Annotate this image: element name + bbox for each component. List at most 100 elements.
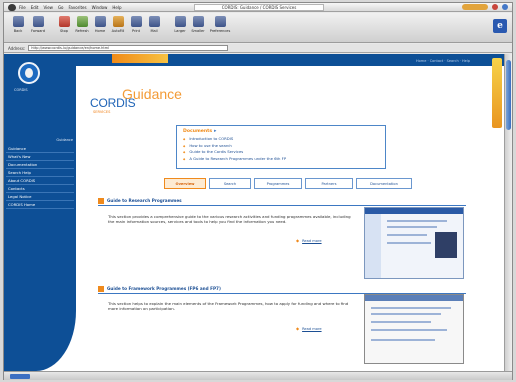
apple-menu-icon[interactable] — [8, 3, 16, 11]
tab-programmes[interactable]: Programmes — [254, 178, 302, 189]
forward-button[interactable]: Forward — [30, 16, 46, 38]
thumbnail-line — [387, 242, 431, 244]
record-icon[interactable] — [492, 4, 498, 10]
home-icon — [94, 16, 106, 27]
browser-window: File Edit View Go Favorites Window Help … — [3, 2, 513, 380]
preferences-icon — [214, 16, 226, 27]
section-body: This section helps to explain the main e… — [108, 301, 349, 312]
autofill-button[interactable]: AutoFill — [110, 16, 126, 38]
header-accent — [112, 54, 168, 63]
stop-label: Stop — [60, 29, 68, 33]
section-heading: Guide to Framework Programmes (FP6 and F… — [98, 286, 466, 294]
status-bar — [4, 371, 512, 380]
cordis-logo-icon[interactable] — [18, 62, 40, 84]
scrollbar-thumb[interactable] — [506, 60, 511, 130]
logo-caption: CORDIS — [14, 88, 28, 92]
thumbnail-header — [365, 295, 463, 301]
refresh-label: Refresh — [75, 29, 89, 33]
forward-arrow-icon — [32, 16, 44, 27]
section-arrow-icon — [98, 198, 104, 204]
menu-bar: File Edit View Go Favorites Window Help … — [4, 3, 512, 12]
browser-logo-icon: e — [493, 19, 507, 33]
right-accent-bar — [492, 58, 502, 128]
nav-heading: Guidance — [56, 138, 73, 142]
tab-search[interactable]: Search — [209, 178, 251, 189]
brand-subtitle: SERVICES — [93, 110, 111, 114]
thumbnail-line — [371, 313, 441, 315]
tab-partners[interactable]: Partners — [305, 178, 353, 189]
status-indicator-icon — [10, 374, 30, 379]
tab-documentation[interactable]: Documentation — [356, 178, 412, 189]
section-screenshot-thumbnail[interactable] — [364, 207, 464, 279]
mail-button[interactable]: Mail — [146, 16, 162, 38]
vertical-scrollbar[interactable] — [504, 54, 512, 371]
top-links[interactable]: Home · Contact · Search · Help — [416, 59, 470, 63]
larger-button[interactable]: Larger — [172, 16, 188, 38]
section-arrow-icon — [98, 286, 104, 292]
brand-logo[interactable]: CORDIS — [90, 96, 136, 110]
thumbnail-line — [371, 329, 447, 331]
preferences-button[interactable]: Preferences — [209, 16, 231, 38]
smaller-label: Smaller — [191, 29, 205, 33]
browser-toolbar: Back Forward Stop Refresh Home AutoFill … — [4, 13, 512, 43]
preferences-label: Preferences — [209, 29, 231, 33]
autofill-label: AutoFill — [111, 29, 125, 33]
autofill-icon — [112, 16, 124, 27]
menu-favorites[interactable]: Favorites — [69, 5, 87, 10]
back-button[interactable]: Back — [10, 16, 26, 38]
sidebar-nav: Guidance What's New Documentation Search… — [6, 145, 74, 209]
mail-icon — [148, 16, 160, 27]
text-smaller-icon — [192, 16, 204, 27]
thumbnail-line — [371, 307, 451, 309]
smaller-button[interactable]: Smaller — [190, 16, 206, 38]
sidebar-item-documentation[interactable]: Documentation — [6, 161, 74, 169]
sidebar-item-about[interactable]: About CORDIS — [6, 177, 74, 185]
section-heading: Guide to Research Programmes — [98, 198, 466, 206]
section-tabs: Overview Search Programmes Partners Docu… — [164, 178, 412, 189]
sidebar-item-guidance[interactable]: Guidance — [6, 145, 74, 153]
thumbnail-line — [371, 321, 431, 323]
sidebar-item-legal[interactable]: Legal Notice — [6, 193, 74, 201]
read-more-link[interactable]: Read more — [296, 326, 321, 331]
menu-window[interactable]: Window — [92, 5, 108, 10]
documents-title: Documents — [183, 129, 379, 134]
refresh-icon — [76, 16, 88, 27]
section-body: This section provides a comprehensive gu… — [108, 214, 351, 225]
status-pill — [462, 4, 488, 10]
sidebar-item-contacts[interactable]: Contacts — [6, 185, 74, 193]
documents-link[interactable]: A Guide to Research Programmes under the… — [183, 156, 379, 163]
menu-go[interactable]: Go — [58, 5, 64, 10]
finder-icon[interactable] — [502, 4, 508, 10]
read-more-link[interactable]: Read more — [296, 238, 321, 243]
documents-box: Documents Introduction to CORDIS How to … — [176, 125, 386, 169]
tab-overview[interactable]: Overview — [164, 178, 206, 189]
text-larger-icon — [174, 16, 186, 27]
home-label: Home — [94, 29, 106, 33]
stop-icon — [58, 16, 70, 27]
sidebar-item-home[interactable]: CORDIS Home — [6, 201, 74, 209]
larger-label: Larger — [174, 29, 186, 33]
menu-view[interactable]: View — [43, 5, 53, 10]
section-screenshot-thumbnail[interactable] — [364, 294, 464, 364]
menu-file[interactable]: File — [19, 5, 26, 10]
menu-edit[interactable]: Edit — [31, 5, 39, 10]
mail-label: Mail — [150, 29, 158, 33]
refresh-button[interactable]: Refresh — [74, 16, 90, 38]
back-label: Back — [13, 29, 23, 33]
sidebar-item-whats-new[interactable]: What's New — [6, 153, 74, 161]
print-button[interactable]: Print — [128, 16, 144, 38]
home-button[interactable]: Home — [92, 16, 108, 38]
print-icon — [130, 16, 142, 27]
address-bar: Address: http://www.cordis.lu/guidance/e… — [4, 44, 512, 53]
window-title: CORDIS: Guidance / CORDIS Services — [194, 4, 324, 11]
sidebar-item-search-help[interactable]: Search Help — [6, 169, 74, 177]
thumbnail-line — [387, 234, 427, 236]
section-title[interactable]: Guide to Research Programmes — [107, 198, 182, 203]
thumbnail-line — [371, 339, 435, 341]
thumbnail-line — [387, 226, 437, 228]
section-title[interactable]: Guide to Framework Programmes (FP6 and F… — [107, 286, 221, 291]
stop-button[interactable]: Stop — [56, 16, 72, 38]
page-viewport: Home · Contact · Search · Help CORDIS Gu… — [4, 54, 504, 371]
menu-help[interactable]: Help — [112, 5, 121, 10]
address-input[interactable]: http://www.cordis.lu/guidance/en/home.ht… — [28, 45, 229, 51]
